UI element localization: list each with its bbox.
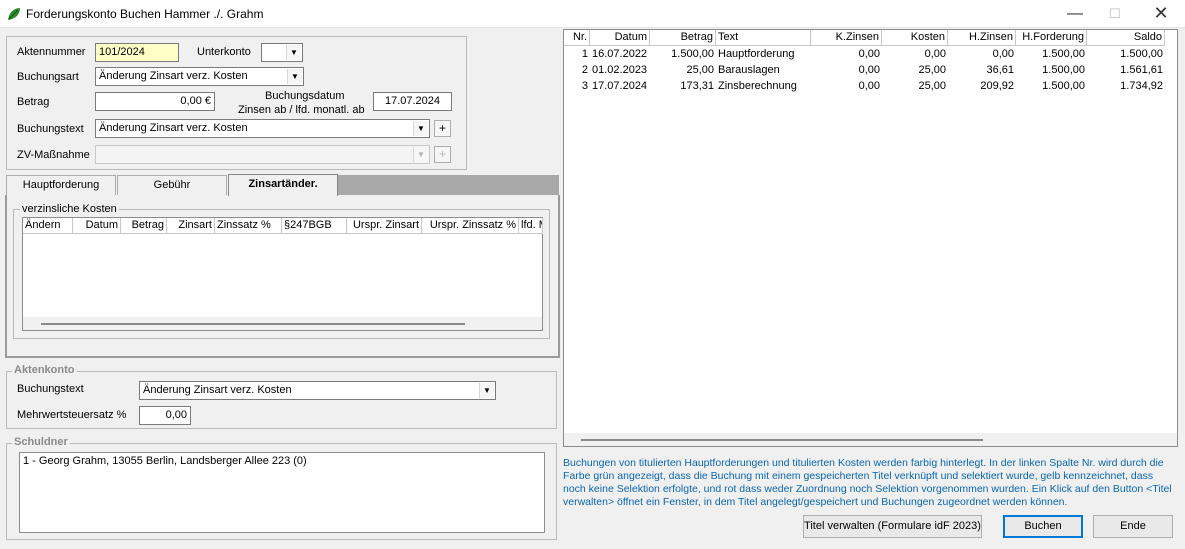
zv-massnahme-select[interactable]: ▼ <box>95 145 430 164</box>
column-header[interactable]: Nr. <box>564 30 590 46</box>
horizontal-scrollbar[interactable] <box>564 433 1177 446</box>
mwst-label: Mehrwertsteuersatz % <box>17 409 127 421</box>
table-cell: 17.07.2024 <box>592 80 648 92</box>
table-cell: 25,00 <box>686 64 714 76</box>
buchungstext-label: Buchungstext <box>17 123 84 135</box>
table-cell: Zinsberechnung <box>718 80 797 92</box>
column-header[interactable]: Saldo <box>1087 30 1165 46</box>
table-cell: 1.734,92 <box>1120 80 1163 92</box>
unterkonto-select[interactable]: ▼ <box>261 43 303 62</box>
buchungsart-label: Buchungsart <box>17 71 79 83</box>
table-cell: 1.561,61 <box>1120 64 1163 76</box>
leaf-icon <box>8 8 20 20</box>
table-cell: 1.500,00 <box>1042 48 1085 60</box>
column-header[interactable]: Betrag <box>121 218 167 234</box>
table-cell: 0,00 <box>858 48 880 60</box>
zinsen-ab-label: Zinsen ab / lfd. monatl. ab <box>238 104 365 116</box>
aktenkonto-label: Aktenkonto <box>12 364 77 376</box>
column-header[interactable]: Urspr. Zinsart <box>347 218 422 234</box>
zv-massnahme-label: ZV-Maßnahme <box>17 149 90 161</box>
mwst-input[interactable]: 0,00 <box>139 406 191 425</box>
aktenkonto-buchungstext-select[interactable]: Änderung Zinsart verz. Kosten ▼ <box>139 381 496 400</box>
table-cell: 1.500,00 <box>1042 80 1085 92</box>
title-bar: Forderungskonto Buchen Hammer ./. Grahm … <box>0 0 1185 28</box>
tab-zinsartaenderung[interactable]: Zinsartänder. <box>228 174 338 196</box>
maximize-button[interactable]: ☐ <box>1092 0 1138 28</box>
chevron-down-icon[interactable]: ▼ <box>287 69 302 84</box>
verzinsliche-kosten-table[interactable]: Ändern Datum Betrag Zinsart Zinssatz % §… <box>22 217 543 331</box>
table-cell: 36,61 <box>986 64 1014 76</box>
column-header[interactable]: Ändern <box>23 218 73 234</box>
chevron-down-icon[interactable]: ▼ <box>413 147 428 162</box>
schuldner-list[interactable]: 1 - Georg Grahm, 13055 Berlin, Landsberg… <box>19 452 545 533</box>
column-header[interactable]: Urspr. Zinssatz % <box>422 218 519 234</box>
table-cell: 1.500,00 <box>1120 48 1163 60</box>
aktennummer-input[interactable]: 101/2024 <box>95 43 179 62</box>
titel-verwalten-button[interactable]: Titel verwalten (Formulare idF 2023) <box>803 515 982 538</box>
ende-button[interactable]: Ende <box>1093 515 1173 538</box>
column-header[interactable]: Datum <box>73 218 121 234</box>
column-header[interactable]: Zinssatz % <box>215 218 282 234</box>
buchungstext-select[interactable]: Änderung Zinsart verz. Kosten ▼ <box>95 119 430 138</box>
tab-strip-background <box>338 175 559 195</box>
column-header[interactable]: K.Zinsen <box>811 30 882 46</box>
column-header[interactable]: Betrag <box>650 30 716 46</box>
column-header[interactable]: H.Zinsen <box>948 30 1016 46</box>
buchungsart-select[interactable]: Änderung Zinsart verz. Kosten ▼ <box>95 67 304 86</box>
scrollbar-thumb[interactable] <box>41 323 465 325</box>
buchungsart-value: Änderung Zinsart verz. Kosten <box>99 70 248 82</box>
info-text: Buchungen von titulierten Hauptforderung… <box>563 457 1172 508</box>
table-cell: 25,00 <box>918 64 946 76</box>
table-cell: Hauptforderung <box>718 48 795 60</box>
buchen-button[interactable]: Buchen <box>1003 515 1083 538</box>
column-header[interactable]: Zinsart <box>167 218 215 234</box>
list-item[interactable]: 1 - Georg Grahm, 13055 Berlin, Landsberg… <box>23 455 307 467</box>
aktenkonto-buchungstext-value: Änderung Zinsart verz. Kosten <box>143 384 292 396</box>
betrag-input[interactable]: 0,00 € <box>95 92 215 111</box>
table-cell: 1.500,00 <box>1042 64 1085 76</box>
verzinsliche-kosten-label: verzinsliche Kosten <box>20 203 119 215</box>
add-zv-button[interactable]: + <box>434 146 451 163</box>
unterkonto-label: Unterkonto <box>197 46 251 58</box>
table-cell: 173,31 <box>680 80 714 92</box>
tab-hauptforderung[interactable]: Hauptforderung <box>6 175 116 195</box>
table-cell: 01.02.2023 <box>592 64 648 76</box>
horizontal-scrollbar[interactable] <box>23 317 542 330</box>
column-header[interactable]: §247BGB <box>282 218 347 234</box>
table-cell: 1.500,00 <box>671 48 714 60</box>
tab-gebuehr[interactable]: Gebühr <box>117 175 227 195</box>
window-title: Forderungskonto Buchen Hammer ./. Grahm <box>26 7 264 21</box>
betrag-label: Betrag <box>17 96 50 108</box>
table-cell: 16.07.2022 <box>592 48 648 60</box>
table-cell: 1 <box>581 48 588 60</box>
schuldner-label: Schuldner <box>12 436 70 448</box>
aktennummer-label: Aktennummer <box>17 46 86 58</box>
buchungstext-value: Änderung Zinsart verz. Kosten <box>99 122 248 134</box>
aktenkonto-buchungstext-label: Buchungstext <box>17 383 84 395</box>
buchungsdatum-label: Buchungsdatum <box>265 90 345 102</box>
chevron-down-icon[interactable]: ▼ <box>479 383 494 398</box>
column-header[interactable]: H.Forderung <box>1016 30 1087 46</box>
add-buchungstext-button[interactable]: + <box>434 120 451 137</box>
chevron-down-icon[interactable]: ▼ <box>286 45 301 60</box>
table-cell: Barauslagen <box>718 64 780 76</box>
table-cell: 209,92 <box>980 80 1014 92</box>
table-cell: 0,00 <box>858 80 880 92</box>
ledger-table[interactable]: Nr. Datum Betrag Text K.Zinsen Kosten H.… <box>563 29 1178 447</box>
column-header[interactable]: lfd. M <box>519 218 543 234</box>
close-button[interactable]: ✕ <box>1138 0 1184 28</box>
column-header[interactable]: Text <box>716 30 811 46</box>
table-cell: 3 <box>581 80 588 92</box>
table-cell: 0,00 <box>992 48 1014 60</box>
buchungsdatum-input[interactable]: 17.07.2024 <box>373 92 452 111</box>
column-header[interactable]: Kosten <box>882 30 948 46</box>
table-cell: 25,00 <box>918 80 946 92</box>
table-cell: 2 <box>581 64 588 76</box>
table-cell: 0,00 <box>858 64 880 76</box>
chevron-down-icon[interactable]: ▼ <box>413 121 428 136</box>
table-cell: 0,00 <box>924 48 946 60</box>
column-header[interactable]: Datum <box>590 30 650 46</box>
scrollbar-thumb[interactable] <box>581 439 983 441</box>
